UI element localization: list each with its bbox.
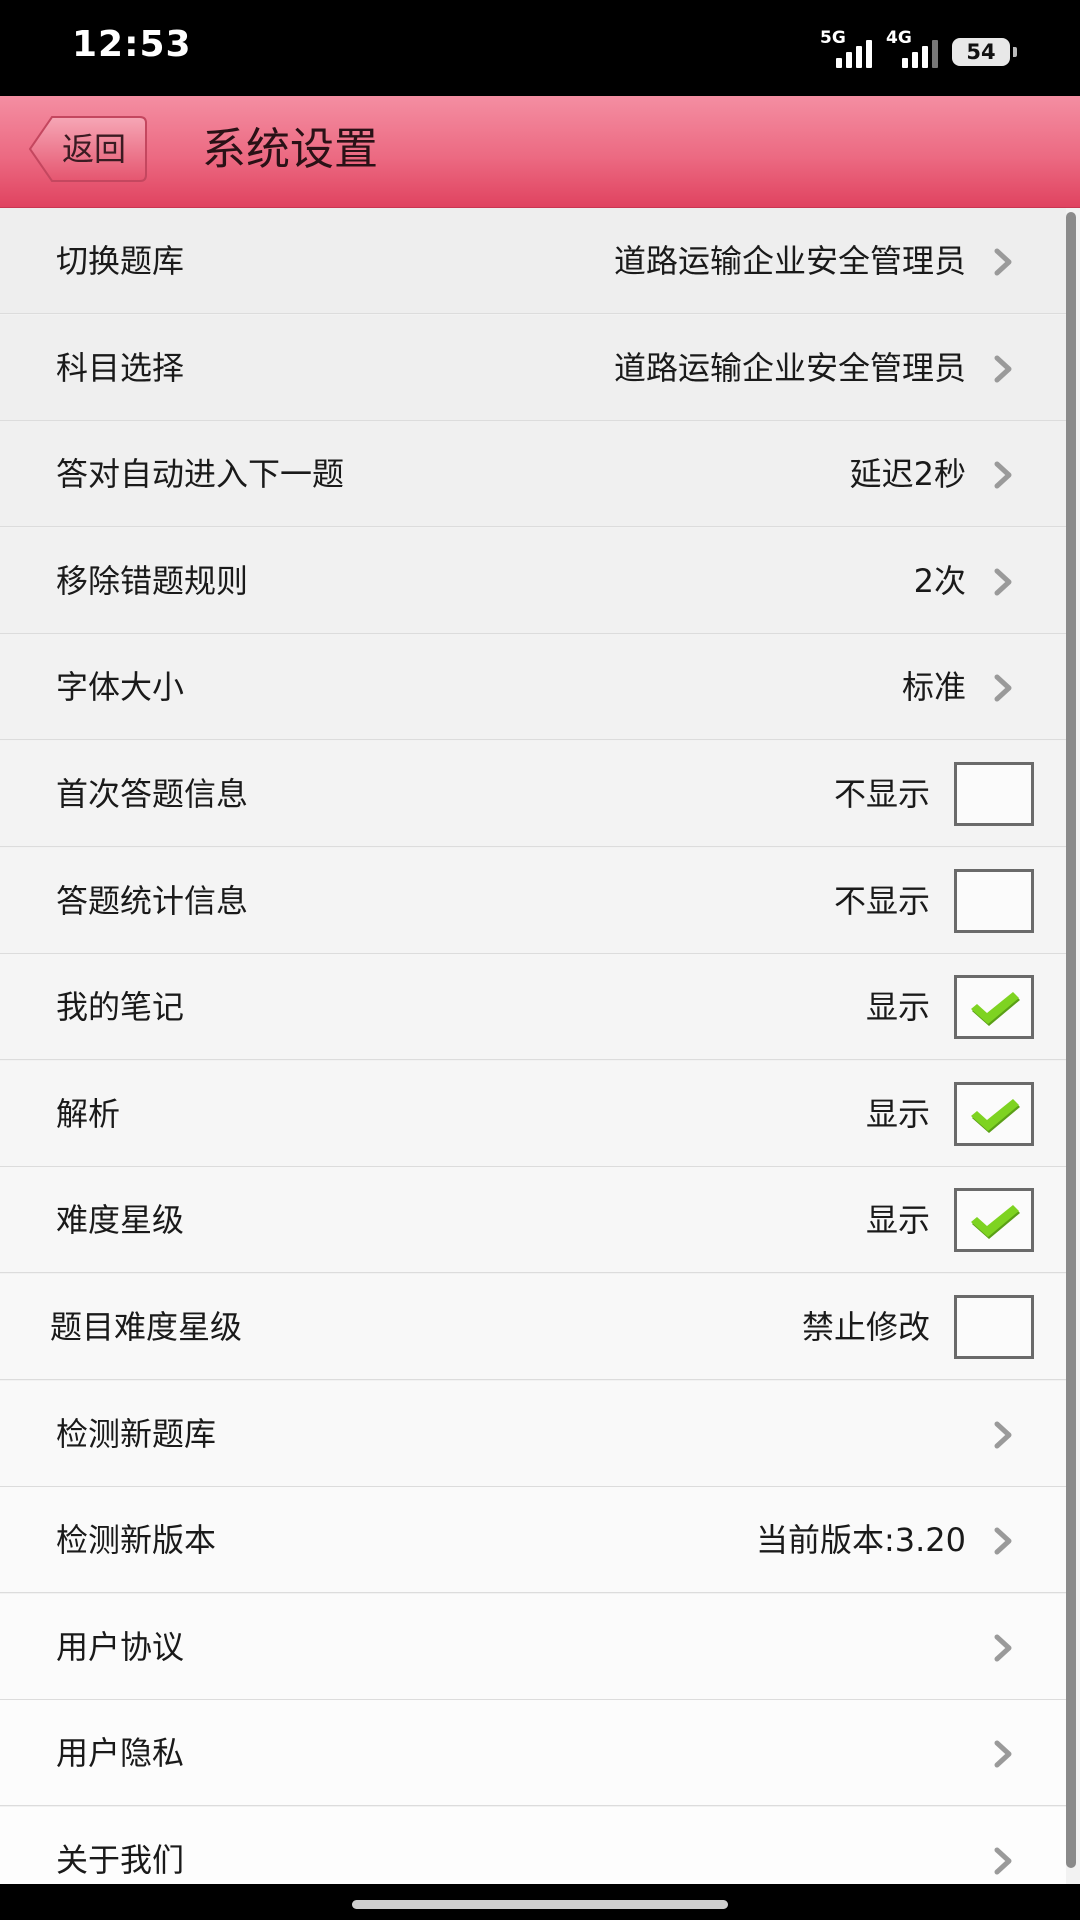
settings-row-value: 道路运输企业安全管理员 [613,349,966,387]
checkbox-unchecked[interactable] [954,1295,1034,1359]
checkmark-icon [971,992,1020,1026]
checkbox-unchecked[interactable] [954,869,1034,933]
scrollbar[interactable] [1066,212,1076,1868]
settings-row-label: 检测新版本 [56,1521,217,1559]
settings-row[interactable]: 难度星级 显示 [0,1167,1066,1273]
signal-5g-icon: 5G [820,30,872,68]
settings-row[interactable]: 答对自动进入下一题 延迟2秒 [0,421,1066,527]
settings-row-label: 检测新题库 [56,1415,217,1453]
back-label: 返回 [62,130,127,168]
settings-row-value: 禁止修改 [801,1308,930,1346]
settings-row[interactable]: 答题统计信息 不显示 [0,848,1066,954]
screen: 12:53 5G 4G 54 返回 系统设置 切换题库 道路运输企业安全管理员 … [0,0,1080,1920]
navigation-bar [0,1884,1080,1920]
checkmark-icon [971,1099,1020,1133]
checkbox-checked[interactable] [954,975,1034,1039]
settings-row-value: 不显示 [833,882,930,920]
settings-row[interactable]: 解析 显示 [0,1061,1066,1167]
settings-row[interactable]: 用户隐私 [0,1700,1066,1806]
settings-row-label: 移除错题规则 [56,562,249,600]
settings-row-label: 难度星级 [56,1201,185,1239]
settings-row-label: 字体大小 [56,668,185,706]
settings-row-label: 答对自动进入下一题 [56,455,345,493]
chevron-right-icon[interactable] [992,1740,1016,1768]
settings-row-label: 关于我们 [56,1841,185,1879]
network-type-5g: 5G [820,28,846,48]
chevron-right-icon[interactable] [992,355,1016,383]
settings-row-value: 不显示 [833,775,930,813]
settings-row-label: 用户协议 [56,1628,185,1666]
chevron-right-icon[interactable] [992,1421,1016,1449]
settings-row-value: 2次 [913,562,966,600]
status-time: 12:53 [72,24,192,65]
battery-icon: 54 [952,38,1017,66]
settings-row[interactable]: 字体大小 标准 [0,634,1066,740]
settings-row-value: 道路运输企业安全管理员 [613,242,966,280]
chevron-right-icon[interactable] [992,248,1016,276]
home-indicator[interactable] [352,1900,728,1909]
checkbox-checked[interactable] [954,1082,1034,1146]
network-type-4g: 4G [886,28,912,48]
chevron-right-icon[interactable] [992,674,1016,702]
settings-row-label: 切换题库 [56,242,185,280]
page-title: 系统设置 [202,124,378,175]
checkmark-icon [971,1205,1020,1239]
status-icons: 5G 4G 54 [820,28,1017,68]
settings-row-label: 用户隐私 [56,1734,185,1772]
settings-row-label: 题目难度星级 [50,1308,243,1346]
battery-level: 54 [966,40,996,64]
status-bar: 12:53 5G 4G 54 [0,0,1080,96]
settings-row[interactable]: 我的笔记 显示 [0,954,1066,1060]
settings-row[interactable]: 关于我们 [0,1807,1066,1884]
chevron-right-icon[interactable] [992,1847,1016,1875]
settings-row[interactable]: 切换题库 道路运输企业安全管理员 [0,208,1066,314]
settings-row[interactable]: 科目选择 道路运输企业安全管理员 [0,315,1066,421]
chevron-right-icon[interactable] [992,568,1016,596]
settings-row-label: 首次答题信息 [56,775,249,813]
settings-row[interactable]: 用户协议 [0,1594,1066,1700]
signal-4g-icon: 4G [886,30,938,68]
settings-list: 切换题库 道路运输企业安全管理员 科目选择 道路运输企业安全管理员 答对自动进入下一题延… [0,208,1080,1884]
settings-row-value: 显示 [865,988,930,1026]
settings-row[interactable]: 检测新版本 当前版本:3.20 [0,1487,1066,1593]
chevron-right-icon[interactable] [992,1527,1016,1555]
back-button[interactable]: 返回 [28,115,148,183]
settings-row[interactable]: 检测新题库 [0,1381,1066,1487]
settings-row-value: 当前版本:3.20 [755,1521,966,1559]
chevron-right-icon[interactable] [992,1634,1016,1662]
checkbox-checked[interactable] [954,1188,1034,1252]
settings-row-label: 科目选择 [56,349,185,387]
settings-row-label: 答题统计信息 [56,882,249,920]
settings-row-value: 显示 [865,1095,930,1133]
chevron-right-icon[interactable] [992,461,1016,489]
settings-row-label: 我的笔记 [56,988,185,1026]
settings-row-value: 标准 [901,668,966,706]
settings-row[interactable]: 题目难度星级 禁止修改 [0,1274,1066,1380]
checkbox-unchecked[interactable] [954,762,1034,826]
settings-row-label: 解析 [56,1095,121,1133]
header: 返回 系统设置 [0,96,1080,208]
settings-row[interactable]: 移除错题规则 2次 [0,528,1066,634]
settings-row[interactable]: 首次答题信息 不显示 [0,741,1066,847]
settings-row-value: 显示 [865,1201,930,1239]
settings-row-value: 延迟2秒 [849,455,966,493]
